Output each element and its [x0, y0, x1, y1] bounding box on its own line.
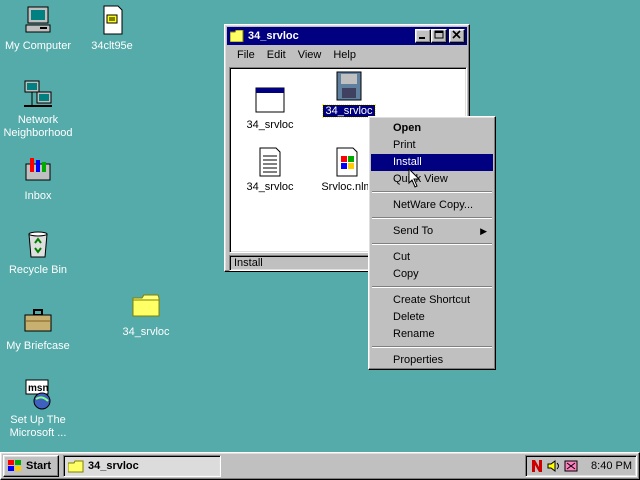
my-computer-icon [25, 6, 51, 33]
desktop-icon-label: 34_srvloc [122, 326, 170, 338]
menu-item-rename[interactable]: Rename [371, 326, 493, 343]
desktop-icon-34clt95e[interactable]: 34clt95e [74, 4, 150, 53]
folder-icon [68, 460, 84, 472]
svg-text:msn: msn [28, 383, 49, 394]
briefcase-icon [24, 309, 52, 332]
minimize-icon [419, 37, 425, 39]
menu-item-quick-view[interactable]: Quick View [371, 171, 493, 188]
package-icon [103, 5, 123, 35]
clock[interactable]: 8:40 PM [591, 460, 632, 472]
context-menu[interactable]: Open Print Install Quick View NetWare Co… [368, 116, 496, 370]
menu-item-install[interactable]: Install [371, 154, 493, 171]
msn-icon: msn [25, 379, 51, 410]
start-label: Start [26, 460, 52, 472]
file-label: 34_srvloc [246, 181, 294, 193]
folder-icon [132, 294, 160, 317]
menu-item-open[interactable]: Open [371, 120, 493, 137]
file-item[interactable]: 34_srvloc [235, 146, 305, 193]
desktop-icon-label: Inbox [24, 190, 52, 202]
disk-image-icon [336, 71, 362, 101]
menu-item-label: Send To [393, 225, 434, 237]
desktop-icon-setup-msn[interactable]: msn Set Up The Microsoft ... [0, 378, 76, 440]
menu-help[interactable]: Help [327, 49, 362, 61]
desktop-icon-label: My Briefcase [6, 340, 70, 352]
desktop-icon-inbox[interactable]: Inbox [0, 154, 76, 203]
menu-bar: File Edit View Help [227, 45, 467, 64]
menu-item-copy[interactable]: Copy [371, 266, 493, 283]
text-document-icon [259, 147, 281, 177]
desktop-icon-label: Set Up The Microsoft ... [9, 414, 67, 439]
menu-item-cut[interactable]: Cut [371, 249, 493, 266]
desktop-icon-34-srvloc-folder[interactable]: 34_srvloc [108, 290, 184, 339]
minimize-button[interactable] [415, 29, 431, 43]
status-text: Install [234, 257, 263, 269]
menu-item-print[interactable]: Print [371, 137, 493, 154]
desktop-icon-my-computer[interactable]: My Computer [0, 4, 76, 53]
menu-separator [372, 286, 492, 288]
maximize-button[interactable] [431, 29, 447, 43]
system-tray: 8:40 PM [525, 455, 637, 477]
file-label: 34_srvloc [322, 104, 376, 118]
menu-item-send-to[interactable]: Send To ▶ [371, 223, 493, 240]
speaker-icon[interactable] [547, 459, 561, 473]
desktop-icon-label: My Computer [4, 40, 72, 52]
close-button[interactable] [449, 29, 465, 43]
taskbar-button-label: 34_srvloc [88, 460, 139, 472]
file-item[interactable]: 34_srvloc [235, 84, 305, 131]
taskbar-button-34-srvloc[interactable]: 34_srvloc [63, 455, 221, 477]
netware-n-icon[interactable] [530, 459, 544, 473]
program-window-icon [255, 87, 285, 113]
menu-item-netware-copy[interactable]: NetWare Copy... [371, 197, 493, 214]
submenu-arrow-icon: ▶ [480, 226, 487, 236]
desktop-icon-network-neighborhood[interactable]: Network Neighborhood [0, 78, 76, 140]
menu-separator [372, 243, 492, 245]
menu-item-create-shortcut[interactable]: Create Shortcut [371, 292, 493, 309]
menu-file[interactable]: File [231, 49, 261, 61]
windows-logo-icon [8, 460, 21, 471]
desktop-icon-my-briefcase[interactable]: My Briefcase [0, 304, 76, 353]
desktop-icon-label: Recycle Bin [8, 264, 68, 276]
menu-item-delete[interactable]: Delete [371, 309, 493, 326]
scheduler-icon[interactable] [564, 459, 578, 473]
menu-separator [372, 191, 492, 193]
menu-item-properties[interactable]: Properties [371, 352, 493, 369]
title-bar[interactable]: 34_srvloc [227, 27, 467, 45]
close-icon [452, 30, 461, 39]
menu-edit[interactable]: Edit [261, 49, 292, 61]
nlm-file-icon [336, 147, 358, 177]
folder-icon [230, 30, 244, 42]
start-button[interactable]: Start [3, 455, 59, 477]
mouse-pointer-icon [408, 168, 421, 188]
menu-view[interactable]: View [292, 49, 328, 61]
file-label: 34_srvloc [246, 119, 294, 131]
recycle-bin-icon [28, 231, 48, 258]
file-label: Srvloc.nlm [321, 181, 373, 193]
file-item-selected[interactable]: 34_srvloc [314, 70, 384, 118]
menu-separator [372, 217, 492, 219]
taskbar: Start 34_srvloc 8:40 PM [0, 452, 640, 480]
desktop-icon-recycle-bin[interactable]: Recycle Bin [0, 228, 76, 277]
maximize-icon [434, 30, 444, 39]
inbox-icon [25, 158, 51, 181]
network-icon [24, 80, 52, 107]
window-title: 34_srvloc [248, 30, 299, 42]
desktop-icon-label: Network Neighborhood [3, 114, 73, 139]
menu-separator [372, 346, 492, 348]
desktop-icon-label: 34clt95e [91, 40, 133, 52]
